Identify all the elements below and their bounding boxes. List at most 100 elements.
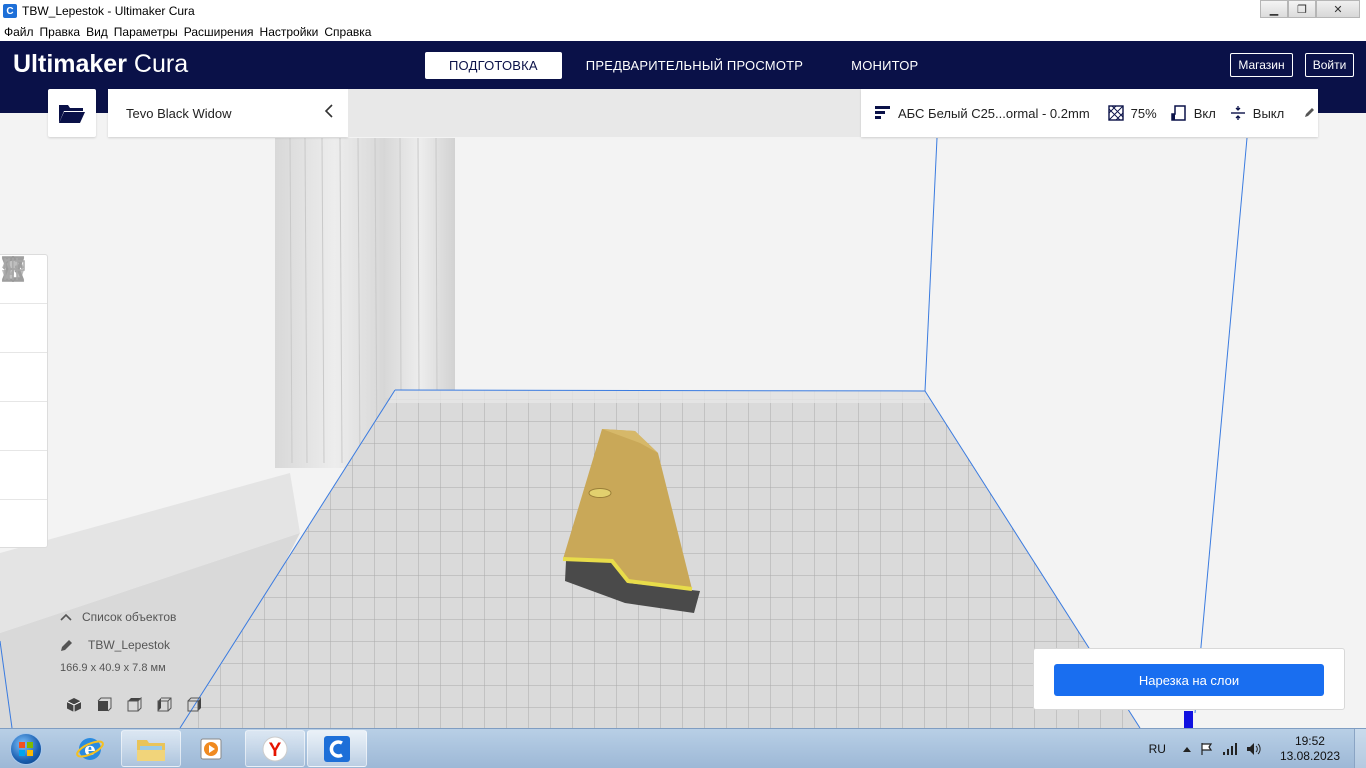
chevron-up-icon[interactable] <box>1182 745 1192 753</box>
taskbar-yandex-browser[interactable]: Y <box>245 730 305 767</box>
marketplace-button[interactable]: Магазин <box>1230 53 1293 77</box>
infill-segment: 75% <box>1107 105 1157 121</box>
view-3d-button[interactable] <box>64 696 84 714</box>
clock[interactable]: 19:52 13.08.2023 <box>1280 734 1340 764</box>
menu-edit[interactable]: Правка <box>37 25 84 39</box>
object-name: TBW_Lepestok <box>88 638 171 652</box>
support-segment: Вкл <box>1170 105 1216 121</box>
folder-open-icon <box>59 105 85 123</box>
profile-segment: АБС Белый С25...ormal - 0.2mm <box>875 106 1090 121</box>
cube-front-icon <box>97 697 112 712</box>
rotate-tool[interactable] <box>0 257 47 402</box>
profile-label: АБС Белый С25...ormal - 0.2mm <box>898 105 1090 121</box>
volume-icon[interactable] <box>1246 742 1262 756</box>
scale-tool[interactable] <box>0 258 47 353</box>
adhesion-icon <box>1230 105 1246 121</box>
profile-icon <box>875 106 891 120</box>
window-controls: ▁ ❐ ✕ <box>1260 0 1360 18</box>
support-blocker-icon <box>4 258 25 280</box>
support-blocker-tool[interactable] <box>0 258 47 549</box>
object-list-item[interactable]: TBW_Lepestok <box>60 638 176 652</box>
menu-help[interactable]: Справка <box>321 25 374 39</box>
maximize-button[interactable]: ❐ <box>1288 0 1316 18</box>
menu-bar: Файл Правка Вид Параметры Расширения Нас… <box>0 22 1366 41</box>
model-hole <box>588 488 612 498</box>
tab-preview[interactable]: ПРЕДВАРИТЕЛЬНЫЙ ПРОСМОТР <box>562 52 827 79</box>
cube-left-icon <box>157 697 172 712</box>
open-file-button[interactable] <box>48 89 96 137</box>
folder-icon <box>137 739 165 761</box>
view-right-button[interactable] <box>184 696 204 714</box>
scene-column-right <box>385 138 455 398</box>
menu-view[interactable]: Вид <box>83 25 111 39</box>
infill-icon <box>1107 105 1124 121</box>
brand-logo: Ultimaker Cura <box>13 50 188 79</box>
close-button[interactable]: ✕ <box>1316 0 1360 18</box>
taskbar-internet-explorer[interactable]: e <box>60 730 120 767</box>
system-tray: RU 19:52 13.08.2023 <box>1149 729 1366 768</box>
cura-app-icon: C <box>3 4 17 18</box>
adhesion-value: Выкл <box>1252 105 1285 121</box>
window-title: TBW_Lepestok - Ultimaker Cura <box>22 4 195 18</box>
view-front-button[interactable] <box>94 696 114 714</box>
slice-panel: Нарезка на слои <box>1033 648 1345 710</box>
network-signal-icon[interactable] <box>1222 742 1238 756</box>
taskbar-media-player[interactable] <box>182 730 242 767</box>
slice-button[interactable]: Нарезка на слои <box>1054 664 1324 696</box>
start-button[interactable] <box>4 731 48 767</box>
tab-monitor[interactable]: МОНИТОР <box>827 52 942 79</box>
view-top-button[interactable] <box>124 696 144 714</box>
internet-explorer-icon: e <box>76 737 104 760</box>
edit-settings-button[interactable] <box>1304 106 1316 121</box>
taskbar-file-explorer[interactable] <box>121 730 181 767</box>
cube-right-icon <box>187 697 201 712</box>
build-plate-edge <box>388 390 932 403</box>
menu-settings[interactable]: Параметры <box>111 25 181 39</box>
cube-top-icon <box>127 697 142 712</box>
tool-panel <box>0 254 48 548</box>
minimize-button[interactable]: ▁ <box>1260 0 1288 18</box>
windows-taskbar: e Y RU 19:52 13.08.2023 <box>0 728 1366 768</box>
window-title-bar: C TBW_Lepestok - Ultimaker Cura ▁ ❐ ✕ <box>0 0 1366 22</box>
clock-time: 19:52 <box>1294 734 1325 748</box>
object-dimensions: 166.9 x 40.9 x 7.8 мм <box>60 662 166 674</box>
view-left-button[interactable] <box>154 696 174 714</box>
cura-icon <box>324 735 350 762</box>
camera-view-buttons <box>64 696 214 714</box>
pencil-icon <box>1304 106 1316 121</box>
svg-text:Y: Y <box>269 740 282 761</box>
support-value: Вкл <box>1193 105 1216 121</box>
clock-date: 13.08.2023 <box>1279 749 1340 763</box>
z-axis-indicator <box>1184 711 1193 728</box>
mirror-tool[interactable] <box>0 256 47 451</box>
action-center-flag-icon[interactable] <box>1200 742 1214 756</box>
signin-button[interactable]: Войти <box>1305 53 1354 77</box>
pencil-icon <box>60 638 74 652</box>
chevron-left-icon <box>324 104 334 121</box>
infill-value: 75% <box>1130 105 1157 121</box>
tab-prepare[interactable]: ПОДГОТОВКА <box>425 52 562 79</box>
brand-light: Cura <box>133 50 189 78</box>
per-model-settings-tool[interactable] <box>0 257 47 500</box>
scene-svg <box>0 113 1366 728</box>
support-icon <box>1170 105 1187 121</box>
print-settings-selector[interactable]: АБС Белый С25...ormal - 0.2mm 75% Вкл Вы… <box>861 89 1318 137</box>
media-player-icon <box>200 738 222 759</box>
brand-bold: Ultimaker <box>13 50 127 78</box>
yandex-browser-icon: Y <box>262 736 288 761</box>
object-list: Список объектов TBW_Lepestok 166.9 x 40.… <box>60 610 176 674</box>
show-desktop-button[interactable] <box>1354 729 1366 768</box>
taskbar-cura[interactable] <box>307 730 367 767</box>
menu-extensions[interactable]: Расширения <box>181 25 257 39</box>
chevron-up-icon <box>60 613 72 621</box>
menu-preferences[interactable]: Настройки <box>257 25 322 39</box>
printer-name: Tevo Black Widow <box>126 105 232 121</box>
object-list-header[interactable]: Список объектов <box>60 610 176 624</box>
language-indicator[interactable]: RU <box>1149 742 1166 756</box>
menu-file[interactable]: Файл <box>0 25 37 39</box>
toolbar-spacer <box>348 89 861 137</box>
windows-logo-icon <box>10 733 42 765</box>
printer-selector[interactable]: Tevo Black Widow <box>108 89 348 137</box>
stage-tabs: ПОДГОТОВКА ПРЕДВАРИТЕЛЬНЫЙ ПРОСМОТР МОНИ… <box>425 52 942 79</box>
3d-viewport[interactable] <box>0 113 1366 728</box>
